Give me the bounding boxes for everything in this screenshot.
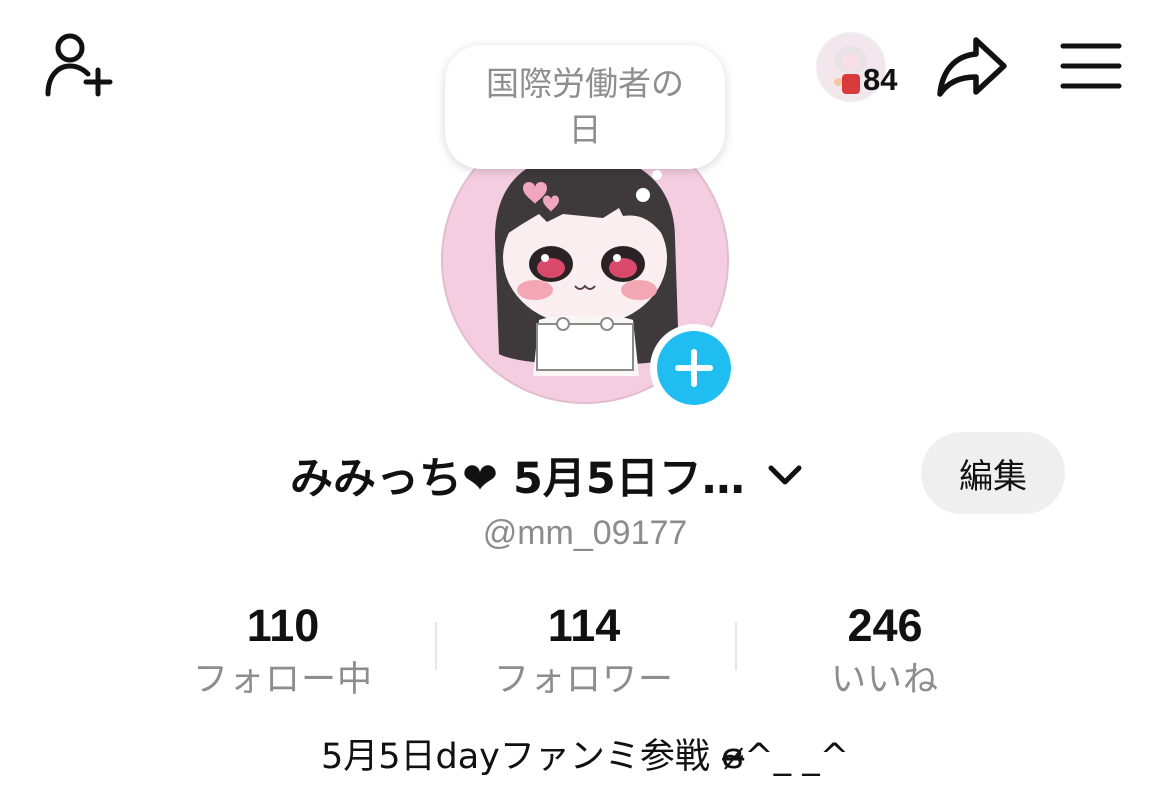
stat-following[interactable]: 110 フォロー中 xyxy=(133,598,433,706)
stat-followers[interactable]: 114 フォロワー xyxy=(434,598,734,706)
edit-profile-button[interactable]: 編集 xyxy=(921,432,1065,514)
visitor-count: 84 xyxy=(863,62,898,97)
stat-label: フォロー中 xyxy=(192,660,373,700)
bubble-tail-dot xyxy=(652,170,662,180)
hamburger-menu-icon xyxy=(1060,43,1122,89)
stat-label: フォロワー xyxy=(493,660,674,700)
menu-button[interactable] xyxy=(1058,40,1124,92)
chevron-down-icon[interactable] xyxy=(765,455,805,495)
add-story-button[interactable] xyxy=(650,324,738,412)
stat-value: 246 xyxy=(847,600,923,651)
stat-likes[interactable]: 246 いいね xyxy=(735,598,1035,706)
display-name-row[interactable]: みみっち❤ 5月5日フ… xyxy=(290,440,805,510)
status-bubble[interactable]: 国際労働者の日 xyxy=(445,45,725,169)
username-handle: @mm_09177 xyxy=(482,514,688,552)
share-button[interactable] xyxy=(934,32,1010,102)
profile-bio: 5月5日dayファンミ参戦 ɞ̴̶̷^_ _^ xyxy=(320,737,850,777)
display-name: みみっち❤ 5月5日フ… xyxy=(290,454,745,504)
add-story-circle xyxy=(657,331,731,405)
add-friend-button[interactable] xyxy=(40,30,120,102)
status-bubble-text: 国際労働者の日 xyxy=(486,64,684,149)
stat-value: 114 xyxy=(547,600,621,651)
stat-value: 110 xyxy=(246,600,320,651)
stat-label: いいね xyxy=(830,660,939,700)
person-plus-icon xyxy=(45,33,113,97)
plus-icon xyxy=(675,349,713,387)
share-arrow-icon xyxy=(937,37,1007,97)
bubble-tail-dot xyxy=(636,188,650,202)
